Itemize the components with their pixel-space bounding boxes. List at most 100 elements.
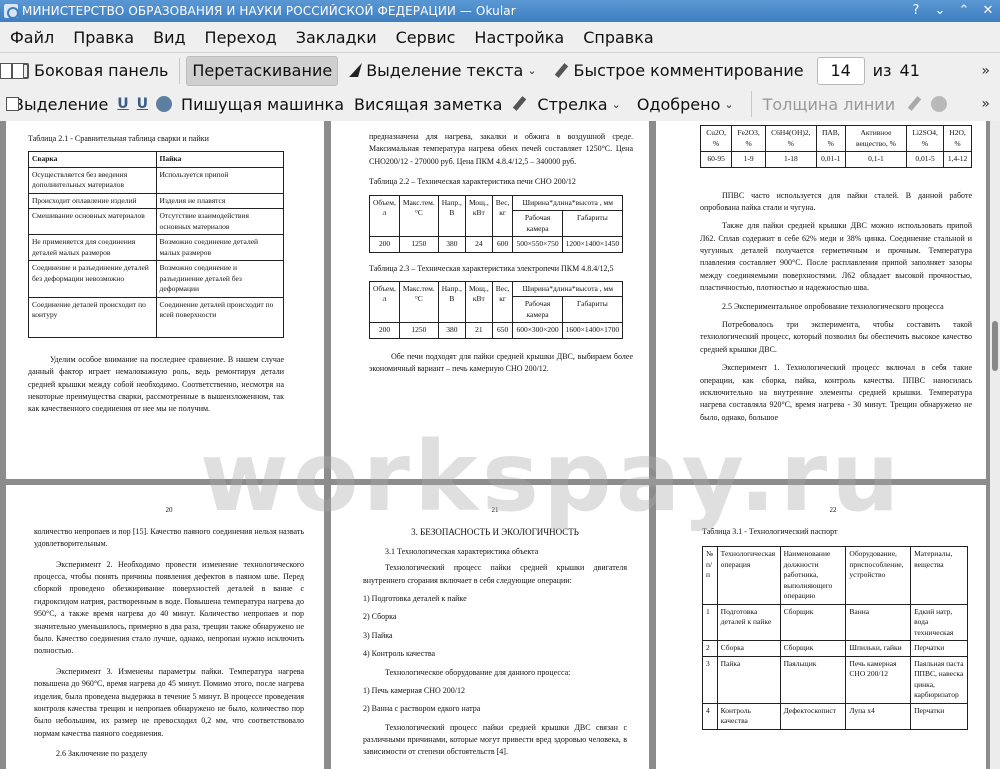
menu-go[interactable]: Переход [205, 28, 277, 47]
chevron-down-icon[interactable]: ⌄ [724, 98, 733, 111]
list-item: 1) Подготовка деталей к пайке [363, 593, 467, 603]
table-row: 200 1250 380 21 650 600×300×200 1600×1400×1700 [369, 322, 624, 339]
table-cell: 4 [702, 702, 718, 730]
sidebar-toggle-button[interactable]: Боковая панель [8, 56, 173, 86]
body-paragraph: Обе печи подходят для пайки средней крыш… [369, 351, 633, 374]
menu-view[interactable]: Вид [153, 28, 185, 47]
list-item: 4) Контроль качества [363, 649, 436, 659]
toolbar-overflow-icon[interactable]: » [981, 96, 990, 112]
typewriter-tool-button[interactable]: Пишущая машинка [176, 89, 349, 119]
quick-annotation-button[interactable]: Быстрое комментирование [548, 56, 809, 86]
electric-furnace-spec-table: Объем, л Макс.тем. °С Напр., В Мощ., кВт Вес… [369, 280, 624, 339]
body-paragraph: Уделим особое внимание на последнее срав… [28, 354, 284, 414]
color-pen-icon[interactable] [906, 96, 922, 112]
browse-tool-button[interactable]: Перетаскивание [186, 55, 339, 86]
table-cell: Не применяется для соединения деталей ма… [28, 234, 157, 262]
body-paragraph: предназначена для нагрева, закалки и обж… [369, 132, 633, 166]
table-header: Технологическая операция [716, 546, 781, 605]
text-selection-label: Выделение текста [366, 61, 524, 80]
table-cell: 60-95 [699, 151, 733, 168]
table-cell: Отсутствие взаимодействия основных матер… [155, 208, 284, 236]
chevron-down-icon[interactable]: ⌄ [612, 98, 621, 111]
page-number: 21 [491, 506, 499, 514]
main-toolbar: Боковая панель Перетаскивание Выделение … [0, 52, 1000, 88]
chevron-down-icon[interactable]: ⌄ [527, 64, 536, 77]
menu-file[interactable]: Файл [10, 28, 54, 47]
table-header: Макс.тем. °С [398, 194, 439, 238]
cursor-icon [349, 63, 361, 79]
previous-page-icon[interactable] [12, 62, 24, 79]
table-header: Макс.тем. °С [398, 280, 439, 324]
table-cell: 3 [702, 655, 718, 704]
line-tool-icon [511, 96, 527, 112]
okular-window: МИНИСТЕРСТВО ОБРАЗОВАНИЯ И НАУКИ РОССИЙС… [0, 0, 1000, 769]
highlight-tool-button[interactable]: Выделение [8, 89, 113, 119]
table-header: Ширина*длина*высота , мм [512, 280, 624, 298]
menu-bookmarks[interactable]: Закладки [296, 28, 377, 47]
text-selection-tool-button[interactable]: Выделение текста ⌄ [344, 56, 547, 86]
menu-settings[interactable]: Настройка [474, 28, 564, 47]
scrollbar-thumb[interactable] [992, 321, 998, 371]
table-header: Мощ., кВт [464, 194, 493, 238]
stamp-tool-button[interactable]: Одобрено ⌄ [632, 89, 745, 119]
next-page-icon[interactable] [0, 62, 12, 79]
body-paragraph: Эксперимент 3. Изменены параметры пайки.… [34, 666, 304, 738]
table-header: Рабочая камера [512, 210, 563, 238]
table-row: 2 Сборка Сборщик Шпильки, гайки Перчатки [702, 640, 968, 657]
arrow-tool-button[interactable]: Стрелка ⌄ [532, 89, 631, 119]
section-subheading: 2.5 Экспериментальное опробование технол… [722, 301, 944, 311]
menu-tools[interactable]: Сервис [396, 28, 456, 47]
table-header: H2O, % [943, 125, 972, 152]
minimize-window-button[interactable]: ⌄ [928, 0, 952, 22]
table-cell: Шпильки, гайки [845, 640, 912, 657]
close-window-button[interactable]: ✕ [976, 0, 1000, 22]
table-cell: 1,4-12 [943, 151, 972, 168]
underline-icon[interactable]: U [117, 96, 128, 112]
sidebar-label: Боковая панель [34, 61, 169, 80]
table-cell: Едкий натр, вода техническая [910, 603, 968, 642]
opacity-icon[interactable] [931, 96, 948, 112]
title-bar[interactable]: МИНИСТЕРСТВО ОБРАЗОВАНИЯ И НАУКИ РОССИЙС… [0, 0, 1000, 22]
table-cell: 380 [437, 322, 466, 339]
document-view[interactable]: Таблица 2.1 - Сравнительная таблица свар… [0, 121, 990, 769]
table-cell: 500×550×750 [512, 236, 563, 253]
popup-note-tool-button[interactable]: Висящая заметка [349, 89, 507, 119]
table-header: ПАВ, % [815, 125, 846, 152]
browse-tool-label: Перетаскивание [192, 61, 333, 80]
table-cell: Происходит оплавление изделий [28, 192, 157, 210]
section-subheading: 3.1 Технологическая характеристика объек… [385, 546, 539, 556]
annotation-toolbar: Выделение U U Пишущая машинка Висящая за… [0, 87, 1000, 121]
table-header: Габариты [561, 210, 624, 238]
table-header: Пайка [155, 151, 284, 168]
maximize-window-button[interactable]: ⌃ [952, 0, 976, 22]
body-paragraph: ППВС часто используется для пайки сталей… [700, 190, 972, 212]
page-number-input[interactable]: 14 [816, 56, 865, 85]
table-cell: Контроль качества [716, 702, 781, 730]
body-paragraph: Потребовалось три эксперимента, чтобы со… [700, 320, 972, 354]
help-window-button[interactable]: ? [904, 0, 928, 22]
table-cell: 0,1-1 [844, 151, 908, 168]
body-paragraph: Также для пайки средней крышки ДВС можно… [700, 221, 972, 293]
window-title: МИНИСТЕРСТВО ОБРАЗОВАНИЯ И НАУКИ РОССИЙС… [22, 4, 516, 18]
line-width-control[interactable]: Толщина линии [758, 89, 901, 119]
table-cell: 1-9 [731, 151, 766, 168]
arrow-label: Стрелка [537, 94, 608, 114]
document-page: Cu2O, % Fe2O3, % C6H4(OH)2, % ПАВ, % Акт… [656, 121, 986, 479]
table-caption: Таблица 2.3 – Техническая характеристика… [369, 263, 614, 273]
table-row: Соединение и разъединение деталей без де… [28, 260, 284, 298]
menu-edit[interactable]: Правка [73, 28, 134, 47]
note-icon [6, 97, 19, 111]
table-cell: 1 [702, 603, 718, 642]
total-pages-label: 41 [899, 61, 920, 80]
table-cell: 1600×1400×1700 [561, 322, 624, 339]
toolbar-overflow-icon[interactable]: » [981, 63, 990, 79]
squiggle-icon[interactable]: U [137, 96, 148, 112]
line-width-label: Толщина линии [762, 94, 896, 114]
table-cell: Паяльная паста ППВС, навеска цинка, карб… [910, 655, 968, 704]
table-header: Fe2O3, % [731, 125, 766, 152]
vertical-scrollbar[interactable] [990, 121, 1000, 769]
strikeout-icon[interactable] [156, 96, 173, 112]
table-header: Габариты [561, 296, 624, 324]
menu-help[interactable]: Справка [583, 28, 654, 47]
typewriter-label: Пишущая машинка [181, 94, 345, 114]
